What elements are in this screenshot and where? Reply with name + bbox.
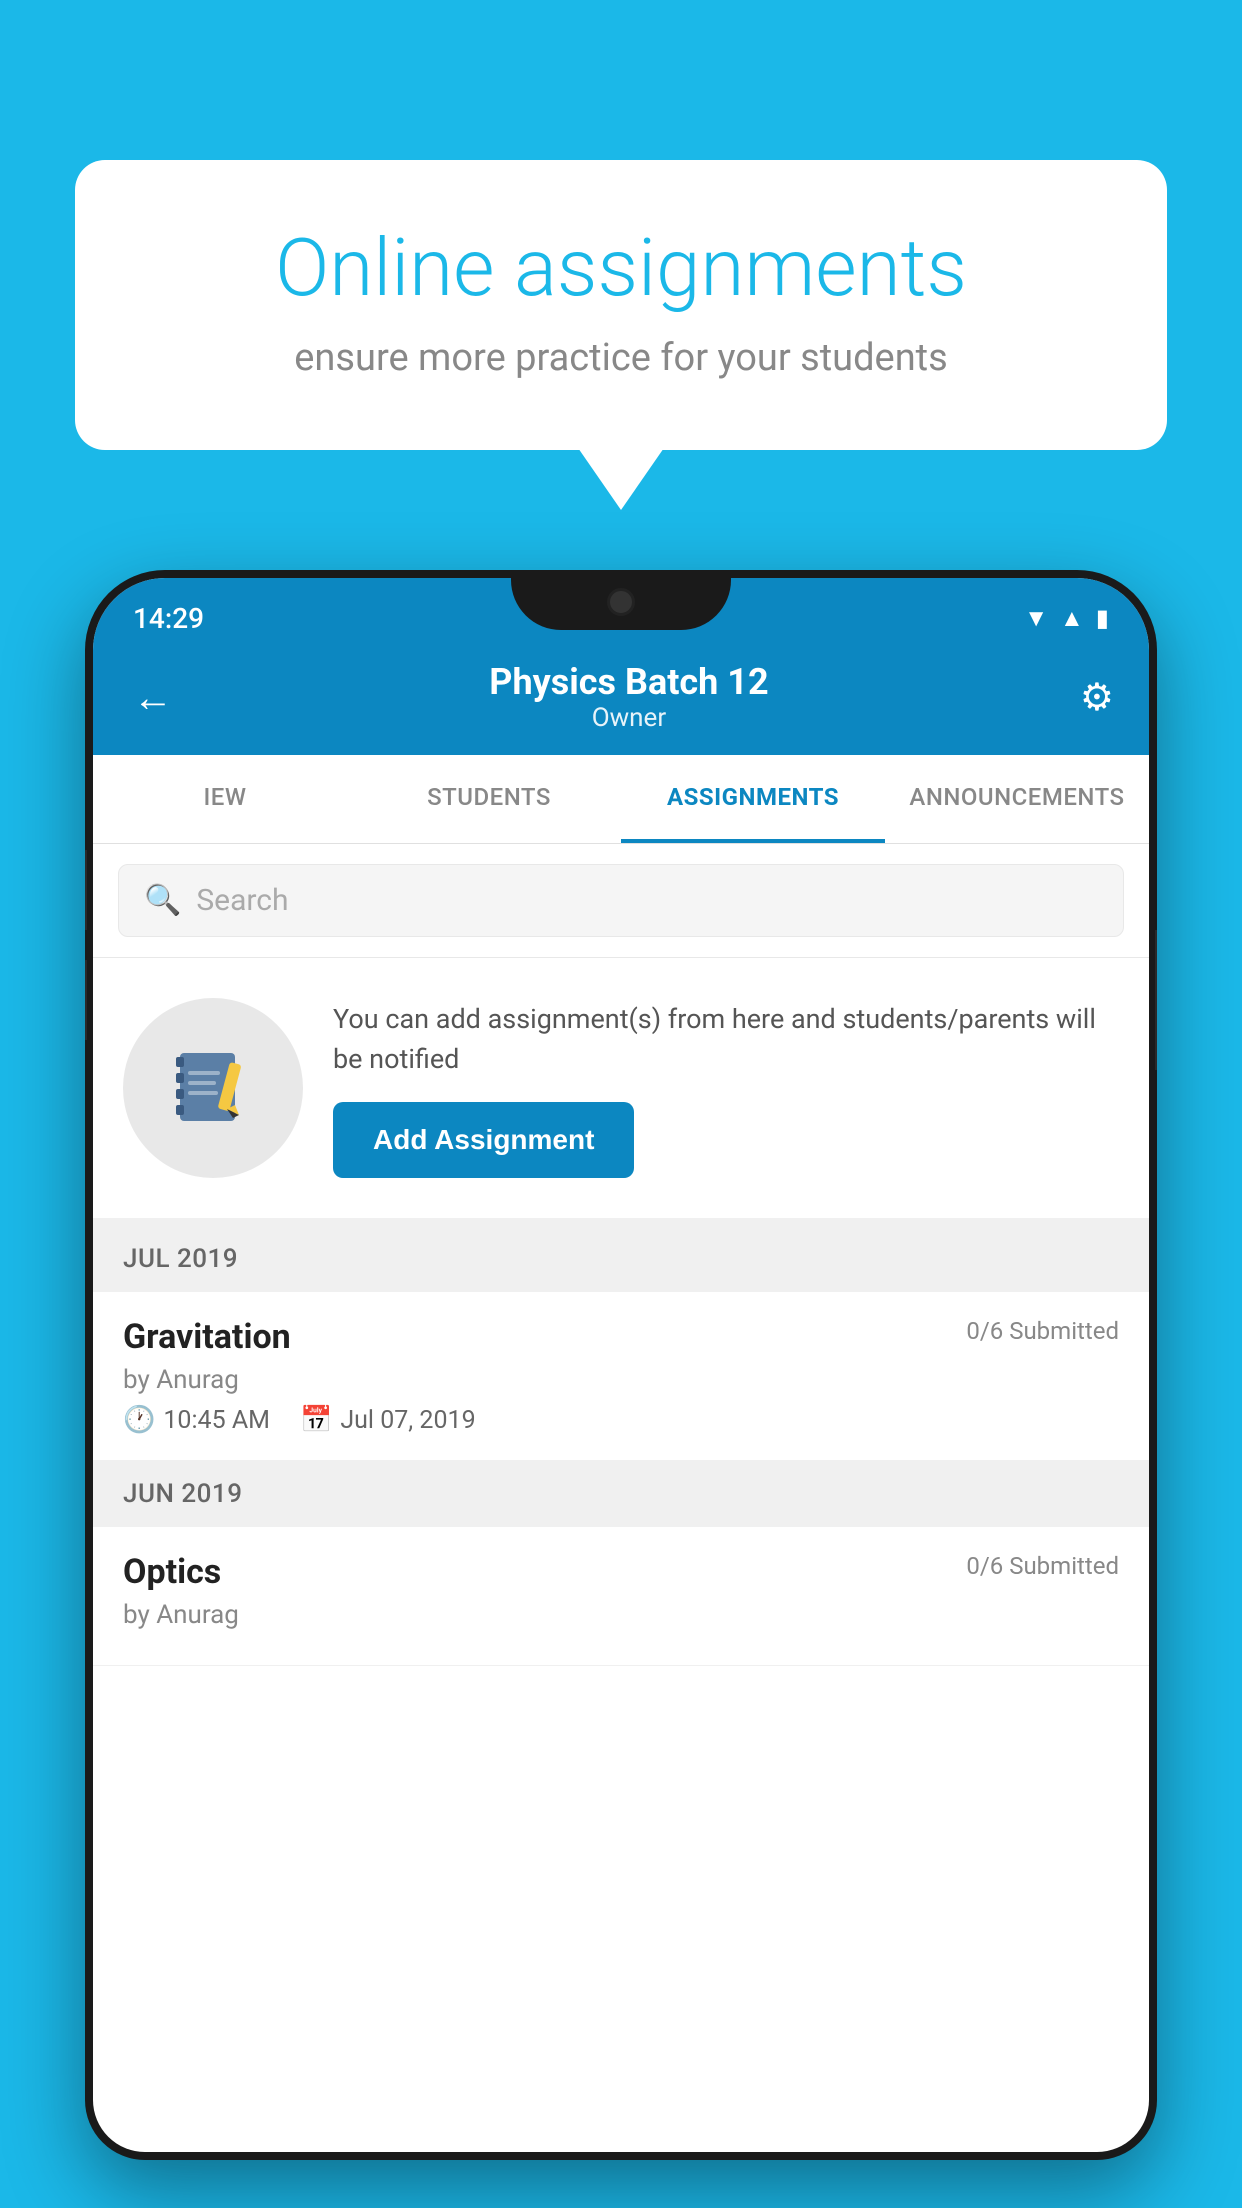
clock-icon: 🕐 <box>123 1405 155 1435</box>
phone-notch <box>511 570 731 630</box>
assignment-time-value: 10:45 AM <box>163 1406 270 1435</box>
promo-icon-circle <box>123 998 303 1178</box>
assignment-time: 🕐 10:45 AM <box>123 1405 270 1435</box>
assignment-title: Gravitation <box>123 1317 291 1357</box>
phone-frame: 14:29 ▼ ▲ ▮ ← Physics Batch 12 Owner ⚙ <box>85 570 1157 2160</box>
promo-section: You can add assignment(s) from here and … <box>93 958 1149 1226</box>
assignment-author: by Anurag <box>123 1365 1119 1395</box>
search-input[interactable]: Search <box>196 883 288 918</box>
phone-wrapper: 14:29 ▼ ▲ ▮ ← Physics Batch 12 Owner ⚙ <box>85 570 1157 2208</box>
search-container: 🔍 Search <box>93 844 1149 958</box>
assignment-row1: Gravitation 0/6 Submitted <box>123 1317 1119 1357</box>
assignment-submitted: 0/6 Submitted <box>966 1317 1119 1345</box>
calendar-icon: 📅 <box>300 1405 332 1435</box>
promo-speech-bubble: Online assignments ensure more practice … <box>75 160 1167 450</box>
promo-content: You can add assignment(s) from here and … <box>333 999 1119 1178</box>
assignment-book-icon <box>168 1043 258 1133</box>
search-icon: 🔍 <box>144 883 181 918</box>
status-icons: ▼ ▲ ▮ <box>1024 604 1109 633</box>
volume-up-button <box>85 850 87 930</box>
speech-bubble-box: Online assignments ensure more practice … <box>75 160 1167 450</box>
search-bar[interactable]: 🔍 Search <box>118 864 1124 937</box>
assignment-date-value: Jul 07, 2019 <box>340 1406 475 1435</box>
assignment-row1-optics: Optics 0/6 Submitted <box>123 1552 1119 1592</box>
header-subtitle: Owner <box>489 703 768 733</box>
assignment-item-gravitation[interactable]: Gravitation 0/6 Submitted by Anurag 🕐 10… <box>93 1292 1149 1461</box>
assignment-date: 📅 Jul 07, 2019 <box>300 1405 476 1435</box>
power-button <box>1155 930 1157 1070</box>
front-camera <box>607 588 635 616</box>
assignment-author-optics: by Anurag <box>123 1600 1119 1630</box>
assignment-title-optics: Optics <box>123 1552 221 1592</box>
wifi-icon: ▼ <box>1024 604 1048 633</box>
battery-icon: ▮ <box>1096 604 1109 632</box>
assignment-submitted-optics: 0/6 Submitted <box>966 1552 1119 1580</box>
tab-announcements[interactable]: ANNOUNCEMENTS <box>885 755 1149 843</box>
bubble-title: Online assignments <box>155 220 1087 316</box>
promo-text: You can add assignment(s) from here and … <box>333 999 1119 1080</box>
back-button[interactable]: ← <box>128 669 178 726</box>
phone-screen: 14:29 ▼ ▲ ▮ ← Physics Batch 12 Owner ⚙ <box>93 578 1149 2152</box>
section-jun-2019: JUN 2019 <box>93 1461 1149 1527</box>
settings-icon[interactable]: ⚙ <box>1080 675 1114 720</box>
assignment-item-optics[interactable]: Optics 0/6 Submitted by Anurag <box>93 1527 1149 1666</box>
tabs-bar: IEW STUDENTS ASSIGNMENTS ANNOUNCEMENTS <box>93 755 1149 844</box>
tab-iew[interactable]: IEW <box>93 755 357 843</box>
volume-down-button <box>85 960 87 1040</box>
status-time: 14:29 <box>133 602 204 635</box>
bubble-subtitle: ensure more practice for your students <box>155 336 1087 380</box>
header-center: Physics Batch 12 Owner <box>489 661 768 733</box>
section-jul-2019: JUL 2019 <box>93 1226 1149 1292</box>
assignment-meta: 🕐 10:45 AM 📅 Jul 07, 2019 <box>123 1405 1119 1435</box>
header-title: Physics Batch 12 <box>489 661 768 703</box>
tab-students[interactable]: STUDENTS <box>357 755 621 843</box>
tab-assignments[interactable]: ASSIGNMENTS <box>621 755 885 843</box>
add-assignment-button[interactable]: Add Assignment <box>333 1102 634 1178</box>
app-header: ← Physics Batch 12 Owner ⚙ <box>93 643 1149 755</box>
signal-icon: ▲ <box>1060 604 1084 633</box>
